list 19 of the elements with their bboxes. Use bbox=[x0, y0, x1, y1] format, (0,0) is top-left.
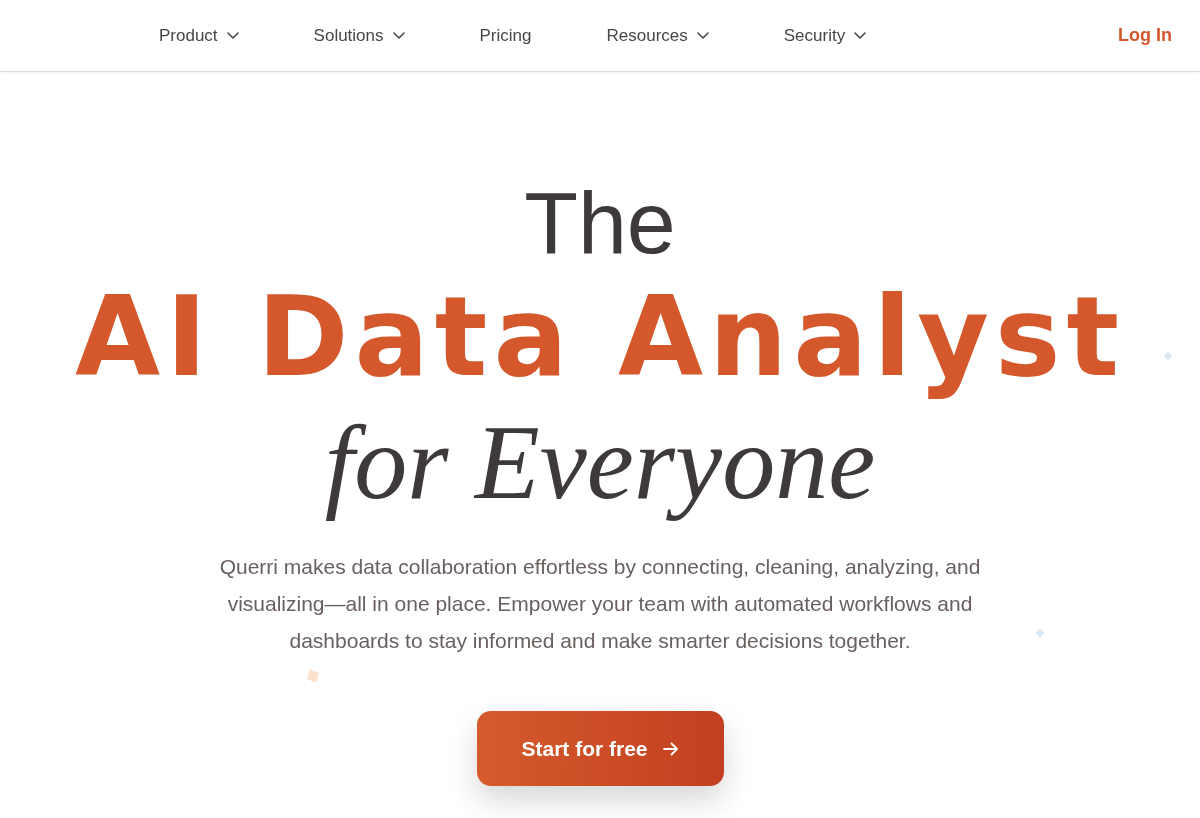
diamond-confetti-icon bbox=[1035, 628, 1045, 638]
square-confetti-icon bbox=[306, 669, 320, 683]
diamond-confetti-icon bbox=[1163, 351, 1173, 361]
nav-menu-item[interactable]: Security bbox=[783, 25, 867, 46]
arrow-right-icon bbox=[662, 741, 679, 756]
hero-description: Querri makes data collaboration effortless by connecting, cleaning, analyzing, and visualizing—all in one place. Empower your team with automated workflows and dashboards to stay informed and make smarter decisions together. bbox=[218, 554, 982, 654]
headline: AI Data Analyst bbox=[74, 273, 1126, 402]
nav-menu-item[interactable]: Product bbox=[159, 25, 239, 46]
login-link[interactable]: Log In bbox=[1118, 25, 1172, 46]
headline-tagline: for Everyone bbox=[324, 403, 876, 523]
headline-intro: The bbox=[524, 172, 676, 273]
nav-menu-item[interactable]: Solutions bbox=[313, 25, 405, 46]
nav-link[interactable]: Pricing bbox=[479, 25, 532, 46]
nav-menu-item[interactable]: Resources bbox=[606, 25, 709, 46]
chevron-down-icon bbox=[226, 32, 239, 39]
chevron-down-icon bbox=[854, 32, 867, 39]
start-for-free-button[interactable]: Start for free bbox=[476, 711, 724, 786]
chevron-down-icon bbox=[696, 32, 709, 39]
chevron-down-icon bbox=[392, 32, 405, 39]
